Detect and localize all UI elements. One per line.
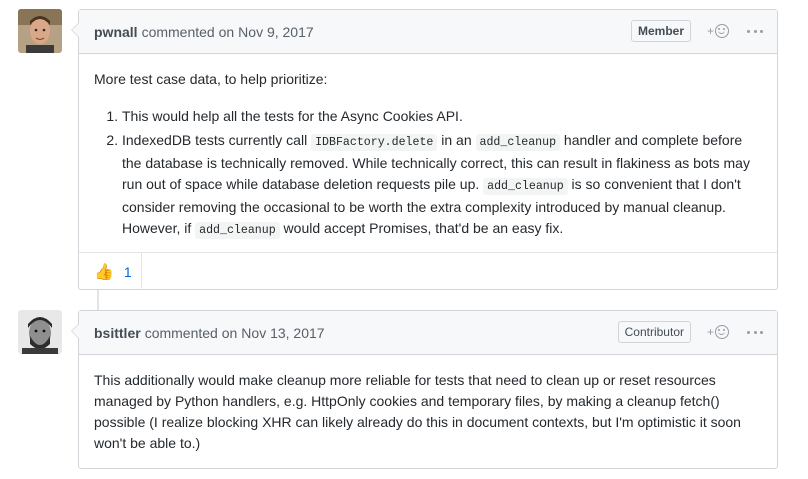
author-link[interactable]: bsittler (94, 325, 141, 341)
comment-action: commented on (144, 324, 238, 341)
comment-text: This additionally would make cleanup mor… (94, 372, 741, 451)
comment-list: This would help all the tests for the As… (94, 106, 762, 241)
member-badge: Member (630, 20, 691, 42)
comment-date-link[interactable]: Nov 13, 2017 (241, 325, 324, 341)
kebab-dot-icon (753, 330, 757, 334)
list-item: IndexedDB tests currently call IDBFactor… (122, 130, 762, 241)
inline-code: add_cleanup (195, 222, 280, 239)
inline-code: add_cleanup (475, 134, 561, 151)
inline-code: IDBFactory.delete (311, 134, 438, 151)
comment-body: This additionally would make cleanup mor… (79, 355, 777, 468)
reactions-bar: 👍 1 (79, 252, 777, 290)
kebab-dot-icon (760, 330, 763, 334)
avatar-pwnall[interactable] (18, 9, 62, 53)
plus-icon: + (707, 325, 715, 339)
plus-icon: + (707, 24, 715, 38)
comment-header: bsittler commented on Nov 13, 2017 Contr… (79, 311, 777, 355)
comment-box: bsittler commented on Nov 13, 2017 Contr… (71, 310, 778, 469)
reaction-thumbs-up[interactable]: 👍 1 (79, 253, 142, 290)
smiley-icon (715, 325, 730, 339)
add-reaction-button[interactable]: + (707, 323, 735, 341)
kebab-dot-icon (753, 29, 757, 33)
more-options-button[interactable] (747, 323, 763, 341)
comment-body: More test case data, to help prioritize:… (79, 54, 777, 252)
avatar-bsittler[interactable] (18, 310, 62, 354)
comment-box: pwnall commented on Nov 9, 2017 Member +… (71, 9, 778, 290)
timeline-connector (97, 290, 99, 310)
more-options-button[interactable] (747, 22, 763, 40)
smiley-icon (715, 24, 730, 38)
contributor-badge: Contributor (617, 321, 691, 343)
list-item: This would help all the tests for the As… (122, 106, 762, 127)
add-reaction-button[interactable]: + (707, 22, 735, 40)
inline-code: add_cleanup (483, 178, 568, 195)
kebab-dot-icon (747, 330, 750, 334)
comment-date-link[interactable]: Nov 9, 2017 (238, 24, 314, 40)
comment-header: pwnall commented on Nov 9, 2017 Member + (79, 10, 777, 54)
kebab-dot-icon (747, 29, 750, 33)
reaction-count: 1 (123, 263, 132, 280)
thumbs-up-icon: 👍 (94, 263, 114, 281)
comment-action: commented on (141, 23, 235, 40)
comment-intro: More test case data, to help prioritize: (94, 71, 328, 87)
author-link[interactable]: pwnall (94, 24, 138, 40)
kebab-dot-icon (760, 29, 763, 33)
